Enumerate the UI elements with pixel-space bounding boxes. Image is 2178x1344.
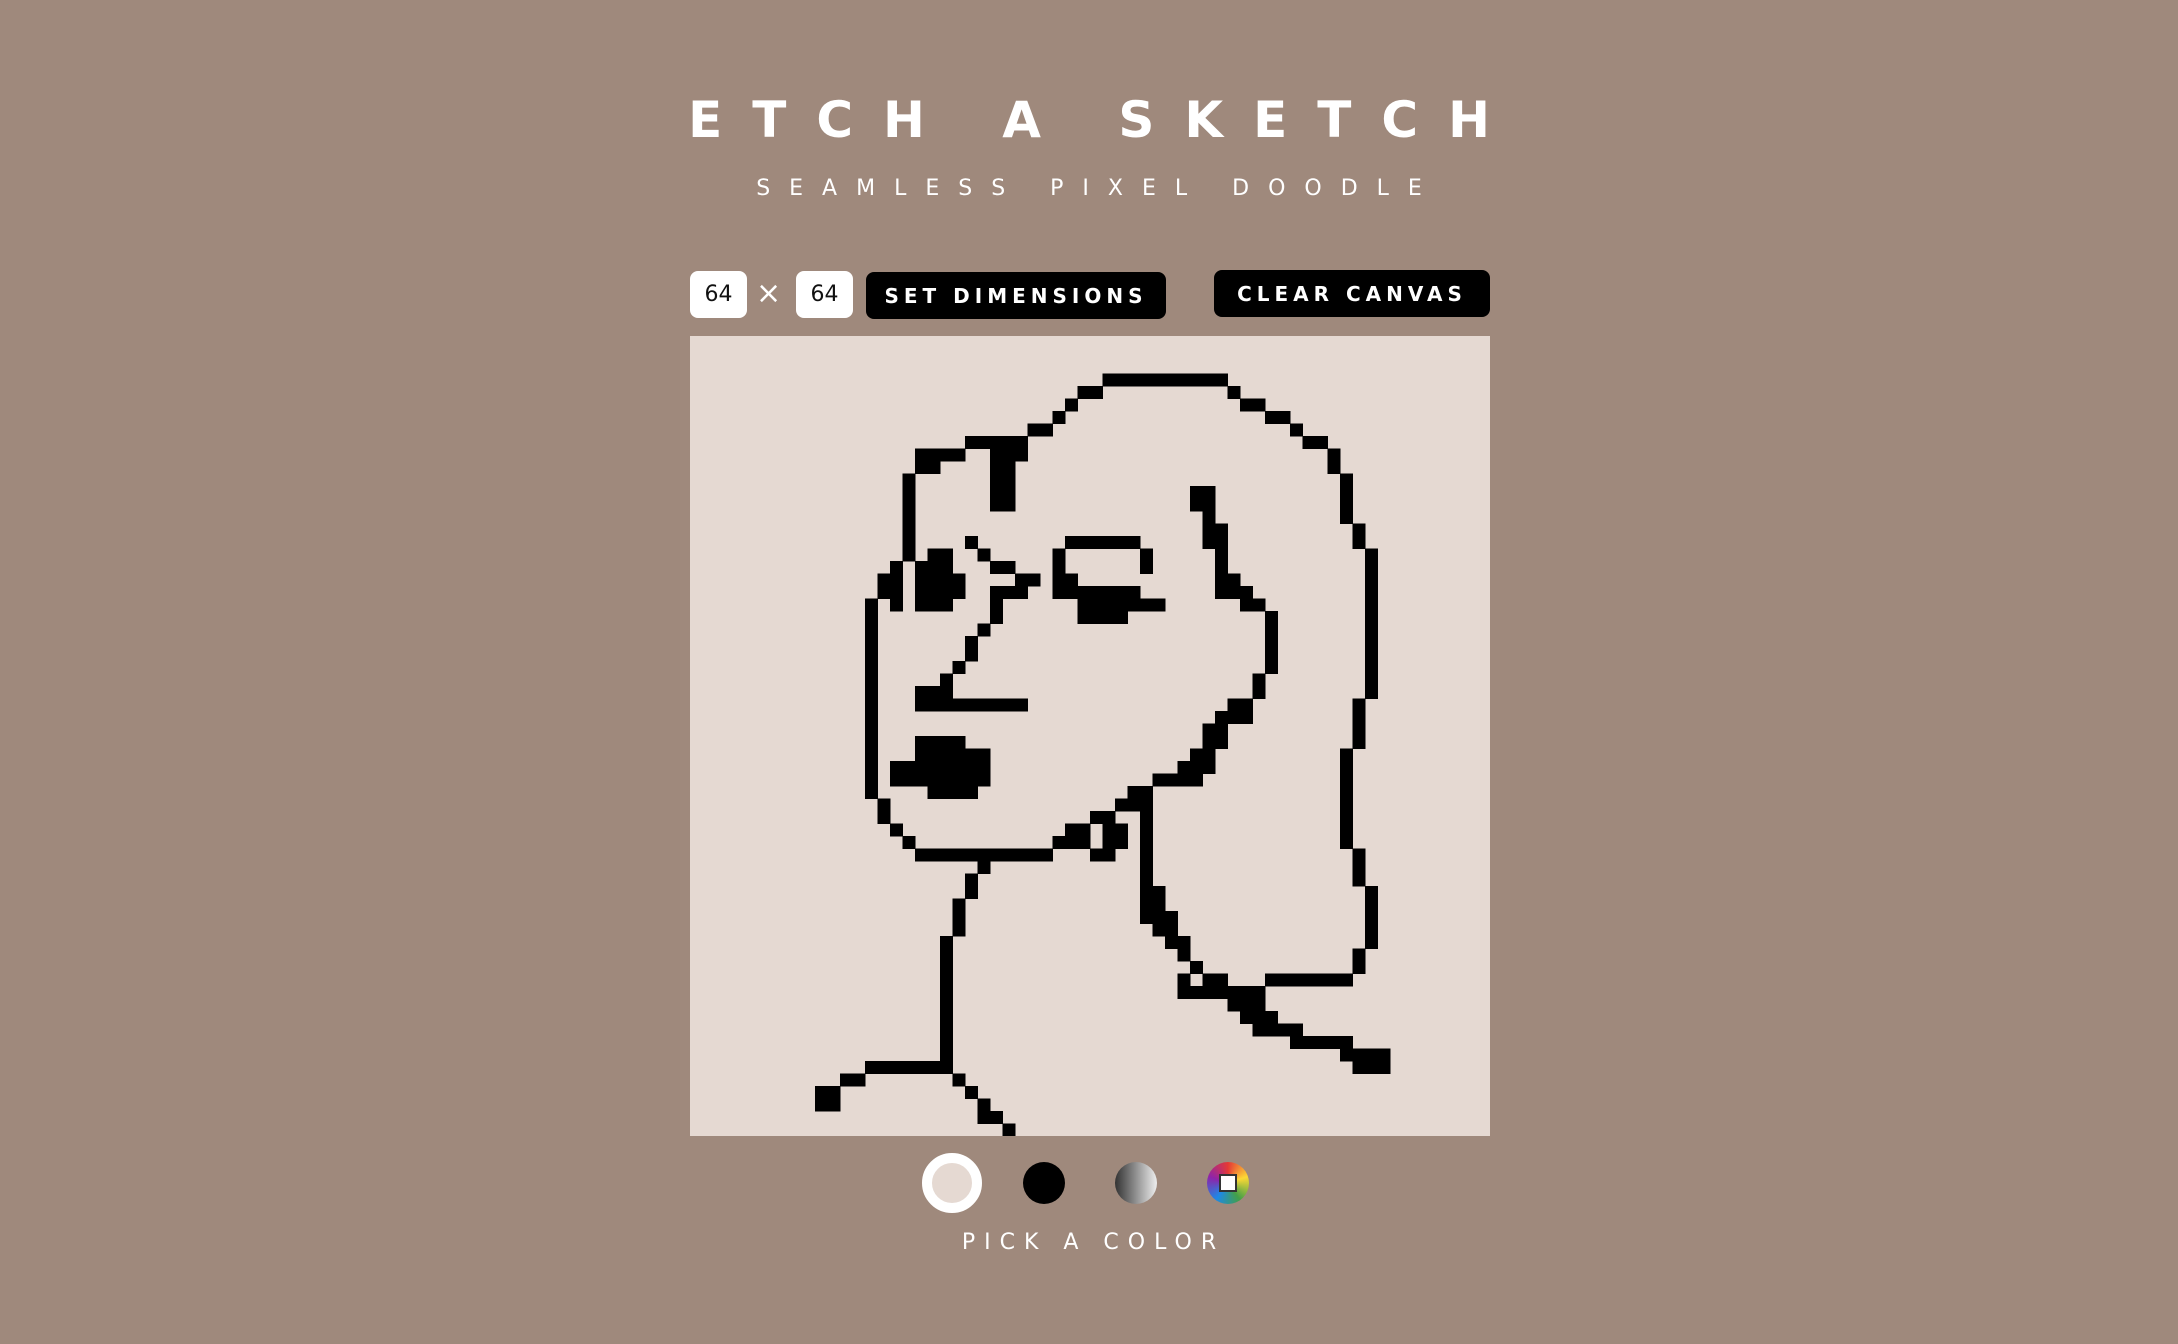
grid-height-input[interactable] — [796, 271, 853, 318]
rainbow-color-swatch[interactable] — [1207, 1162, 1249, 1204]
times-symbol: × — [756, 276, 782, 311]
eraser-color-swatch[interactable] — [922, 1153, 982, 1213]
pick-a-color-label: PICK A COLOR — [961, 1230, 1226, 1255]
drawn-strokes — [815, 373, 1391, 1136]
gradient-color-swatch[interactable] — [1115, 1162, 1157, 1204]
drawing-canvas[interactable] — [690, 336, 1490, 1136]
page-subtitle: SEAMLESS PIXEL DOODLE — [756, 176, 1441, 201]
black-color-swatch[interactable] — [1023, 1162, 1065, 1204]
set-dimensions-button[interactable]: SET DIMENSIONS — [866, 272, 1166, 319]
color-picker-icon — [1219, 1174, 1237, 1192]
page-title: ETCH A SKETCH — [688, 91, 1520, 149]
clear-canvas-button[interactable]: CLEAR CANVAS — [1214, 270, 1490, 317]
grid-width-input[interactable] — [690, 271, 747, 318]
